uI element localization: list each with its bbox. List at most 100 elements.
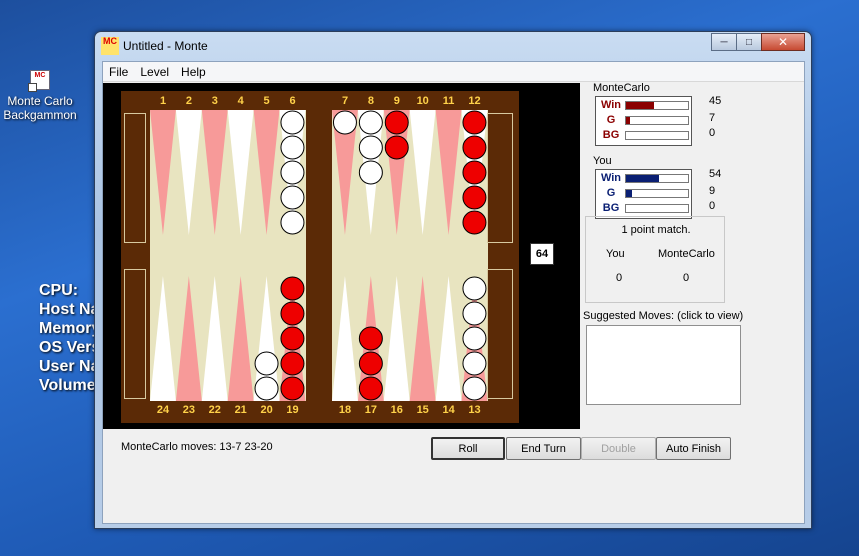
bear-off-tray-top[interactable]	[124, 113, 146, 243]
checker-white[interactable]	[358, 135, 383, 160]
status-text: MonteCarlo moves: 13-7 23-20	[121, 441, 273, 453]
gauge-value-win: 45	[709, 95, 722, 107]
doubling-cube[interactable]: 64	[530, 243, 554, 265]
probability-bar	[625, 174, 689, 183]
checker-white[interactable]	[254, 376, 279, 401]
maximize-button[interactable]: □	[736, 33, 762, 51]
point-number-bottom: 23	[182, 404, 196, 416]
probability-bar-fill	[626, 102, 654, 109]
checker-white[interactable]	[280, 110, 305, 135]
point-16[interactable]	[383, 276, 410, 401]
menu-file[interactable]: File	[103, 65, 134, 79]
checker-white[interactable]	[462, 301, 487, 326]
checker-white[interactable]	[332, 110, 357, 135]
gauge-montecarlo: Win 45 G 7 BG 0	[595, 95, 721, 146]
checker-red[interactable]	[462, 210, 487, 235]
checker-white[interactable]	[358, 110, 383, 135]
point-15[interactable]	[409, 276, 436, 401]
checker-red[interactable]	[462, 185, 487, 210]
point-number-top: 12	[468, 95, 481, 107]
app-icon: MC	[28, 70, 50, 92]
point-number-bottom: 24	[156, 404, 170, 416]
checker-red[interactable]	[462, 160, 487, 185]
point-11[interactable]	[435, 110, 462, 235]
point-number-top: 8	[367, 95, 374, 107]
checker-red[interactable]	[280, 376, 305, 401]
point-23[interactable]	[175, 276, 202, 401]
point-number-top: 5	[263, 95, 270, 107]
menu-level[interactable]: Level	[134, 65, 175, 79]
checker-white[interactable]	[280, 135, 305, 160]
checker-white[interactable]	[462, 326, 487, 351]
gauge-value-g: 7	[709, 112, 716, 124]
checker-white[interactable]	[280, 160, 305, 185]
gauge-value-bg: 0	[709, 127, 716, 139]
probability-bar	[625, 204, 689, 213]
point-number-bottom: 14	[442, 404, 455, 416]
probability-bar	[625, 101, 689, 110]
checker-white[interactable]	[254, 351, 279, 376]
checker-red[interactable]	[358, 376, 383, 401]
point-5[interactable]	[253, 110, 280, 235]
point-18[interactable]	[332, 276, 358, 401]
probability-bar	[625, 189, 689, 198]
suggested-moves-list[interactable]	[586, 325, 741, 405]
point-2[interactable]	[175, 110, 202, 235]
point-number-top: 11	[442, 95, 455, 107]
checker-red[interactable]	[384, 110, 409, 135]
checker-red[interactable]	[280, 326, 305, 351]
match-title: 1 point match.	[621, 224, 691, 236]
checker-white[interactable]	[462, 276, 487, 301]
double-button[interactable]: Double	[581, 437, 656, 460]
checker-red[interactable]	[280, 301, 305, 326]
minimize-button[interactable]: ─	[711, 33, 737, 51]
checker-red[interactable]	[358, 326, 383, 351]
bear-off-tray-bottom[interactable]	[124, 269, 146, 399]
point-number-top: 6	[289, 95, 296, 107]
player-name-montecarlo: MonteCarlo	[593, 82, 650, 94]
checker-red[interactable]	[358, 351, 383, 376]
auto-finish-button[interactable]: Auto Finish	[656, 437, 731, 460]
gauge-label-g: G	[606, 187, 616, 199]
point-1[interactable]	[150, 110, 176, 235]
roll-button[interactable]: Roll	[431, 437, 505, 460]
checker-white[interactable]	[462, 351, 487, 376]
checker-white[interactable]	[280, 185, 305, 210]
menu-help[interactable]: Help	[175, 65, 212, 79]
point-3[interactable]	[201, 110, 228, 235]
suggested-moves-label: Suggested Moves: (click to view)	[583, 310, 744, 322]
probability-bar	[625, 131, 689, 140]
point-14[interactable]	[435, 276, 462, 401]
info-panel: MonteCarlo Win 45 G 7 BG 0 You Win 54 G 9 BG 0 1 p…	[583, 82, 805, 429]
point-number-bottom: 15	[416, 404, 429, 416]
probability-bar	[625, 116, 689, 125]
checker-red[interactable]	[280, 276, 305, 301]
right-tray-top	[487, 113, 513, 243]
checker-white[interactable]	[462, 376, 487, 401]
point-21[interactable]	[227, 276, 254, 401]
desktop-icon-monte-carlo[interactable]: MC Monte Carlo Backgammon	[2, 68, 78, 122]
point-24[interactable]	[150, 276, 176, 401]
checker-red[interactable]	[462, 135, 487, 160]
end-turn-button[interactable]: End Turn	[506, 437, 581, 460]
point-number-top: 4	[237, 95, 244, 107]
point-number-bottom: 17	[364, 404, 378, 416]
point-4[interactable]	[227, 110, 254, 235]
checker-red[interactable]	[462, 110, 487, 135]
menu-bar: File Level Help	[103, 62, 804, 82]
client-area: File Level Help 1 24 2 23 3 22 4 21 5 20 6 19 7 18 8 17…	[102, 61, 805, 524]
gauge-label-g: G	[606, 114, 616, 126]
checker-red[interactable]	[384, 135, 409, 160]
backgammon-board[interactable]: 1 24 2 23 3 22 4 21 5 20 6 19 7 18 8 17 9 16 10 15 11 14 12 13	[121, 91, 519, 423]
point-22[interactable]	[201, 276, 228, 401]
point-number-bottom: 18	[338, 404, 352, 416]
window-title: Untitled - Monte	[123, 39, 208, 53]
gauge-value-g: 9	[709, 185, 716, 197]
gauge-label-win: Win	[600, 172, 622, 184]
checker-white[interactable]	[280, 210, 305, 235]
window-app-icon: MC	[101, 37, 119, 55]
checker-white[interactable]	[358, 160, 383, 185]
close-button[interactable]: ✕	[761, 33, 805, 51]
point-10[interactable]	[409, 110, 436, 235]
checker-red[interactable]	[280, 351, 305, 376]
